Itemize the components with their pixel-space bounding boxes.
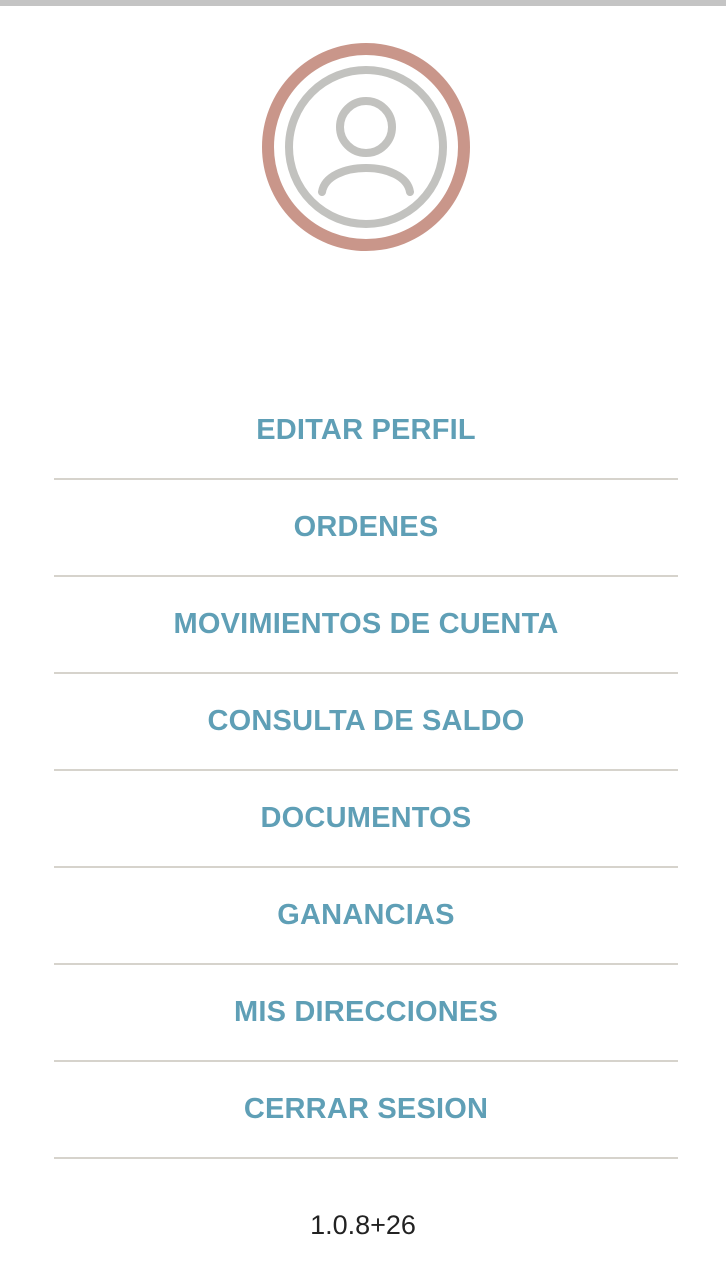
- menu-item-cerrar-sesion[interactable]: CERRAR SESION: [54, 1062, 678, 1159]
- menu-item-editar-perfil[interactable]: EDITAR PERFIL: [54, 383, 678, 480]
- menu-item-consulta-de-saldo[interactable]: CONSULTA DE SALDO: [54, 674, 678, 771]
- menu-item-ordenes[interactable]: ORDENES: [54, 480, 678, 577]
- top-status-bar: [0, 0, 726, 6]
- menu-item-label: ORDENES: [293, 511, 439, 543]
- menu-item-label: DOCUMENTOS: [260, 802, 472, 834]
- app-version: 1.0.8+26: [310, 1210, 416, 1240]
- menu-item-label: CERRAR SESION: [243, 1093, 489, 1125]
- menu-item-documentos[interactable]: DOCUMENTOS: [54, 771, 678, 868]
- menu-item-mis-direcciones[interactable]: MIS DIRECCIONES: [54, 965, 678, 1062]
- user-icon: [262, 43, 470, 251]
- menu-item-label: EDITAR PERFIL: [256, 414, 476, 446]
- menu-item-label: MOVIMIENTOS DE CUENTA: [173, 608, 559, 640]
- menu-item-label: GANANCIAS: [277, 899, 455, 931]
- profile-menu: EDITAR PERFIL ORDENES MOVIMIENTOS DE CUE…: [54, 383, 678, 1159]
- profile-screen: EDITAR PERFIL ORDENES MOVIMIENTOS DE CUE…: [0, 0, 726, 1280]
- menu-item-movimientos-de-cuenta[interactable]: MOVIMIENTOS DE CUENTA: [54, 577, 678, 674]
- menu-item-ganancias[interactable]: GANANCIAS: [54, 868, 678, 965]
- avatar[interactable]: [261, 42, 471, 252]
- menu-item-label: CONSULTA DE SALDO: [207, 705, 525, 737]
- menu-item-label: MIS DIRECCIONES: [233, 996, 499, 1028]
